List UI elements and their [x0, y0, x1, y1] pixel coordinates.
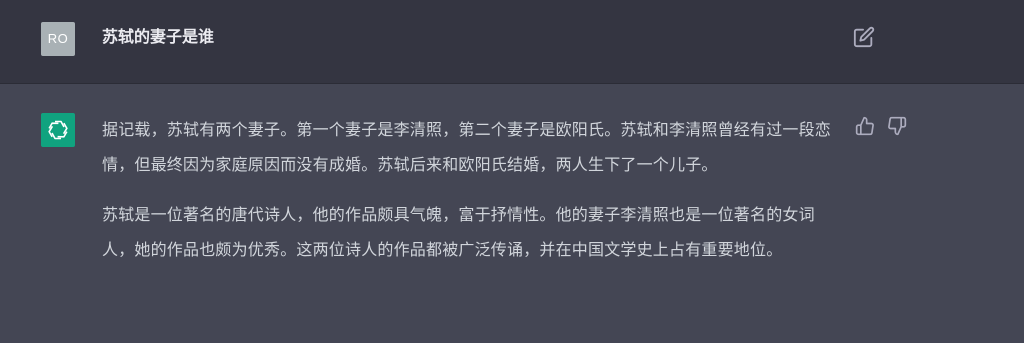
- thumbs-up-button[interactable]: [855, 116, 875, 136]
- user-message-text: 苏轼的妻子是谁: [102, 27, 215, 46]
- answer-paragraph-1: 据记载，苏轼有两个妻子。第一个妻子是李清照，第二个妻子是欧阳氏。苏轼和李清照曾经…: [102, 120, 832, 174]
- edit-icon: [853, 26, 875, 48]
- edit-message-button[interactable]: [853, 26, 875, 48]
- thumbs-up-icon: [855, 116, 874, 136]
- user-avatar: RO: [41, 22, 75, 56]
- thumbs-down-button[interactable]: [887, 116, 907, 136]
- user-message-row: RO 苏轼的妻子是谁: [0, 0, 1024, 84]
- assistant-avatar: [41, 113, 75, 147]
- chat-thread: RO 苏轼的妻子是谁 据记载，苏轼有两个妻子。第一个妻子是李清照，第二个妻子是欧…: [0, 0, 1024, 343]
- thumbs-down-icon: [888, 116, 907, 136]
- assistant-message-row: 据记载，苏轼有两个妻子。第一个妻子是李清照，第二个妻子是欧阳氏。苏轼和李清照曾经…: [0, 84, 1024, 343]
- openai-logo-icon: [48, 120, 68, 140]
- answer-paragraph-2: 苏轼是一位著名的唐代诗人，他的作品颇具气魄，富于抒情性。他的妻子李清照也是一位著…: [102, 205, 815, 259]
- assistant-message-text: 据记载，苏轼有两个妻子。第一个妻子是李清照，第二个妻子是欧阳氏。苏轼和李清照曾经…: [102, 112, 832, 282]
